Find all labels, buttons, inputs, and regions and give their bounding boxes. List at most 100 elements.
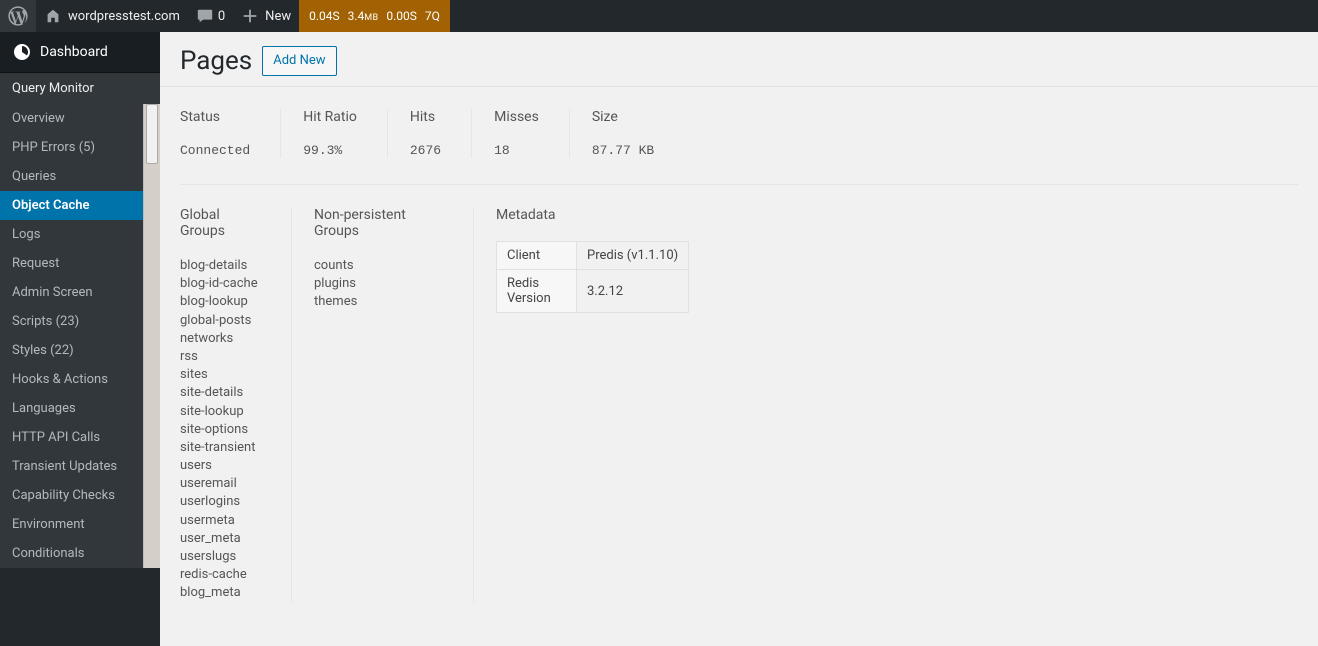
stats-row: Status Connected Hit Ratio 99.3% Hits 26… (180, 109, 1298, 185)
column-title: Non-persistent Groups (314, 207, 443, 239)
sidebar-item-queries[interactable]: Queries (0, 162, 143, 191)
stat-label: Hit Ratio (303, 109, 357, 125)
sidebar-dashboard[interactable]: Dashboard (0, 32, 160, 72)
sidebar-subnav: OverviewPHP Errors (5)QueriesObject Cach… (0, 104, 160, 568)
sidebar-item-styles-22[interactable]: Styles (22) (0, 336, 143, 365)
comments-link[interactable]: 0 (188, 0, 233, 32)
global-groups-list: blog-detailsblog-id-cacheblog-lookupglob… (180, 257, 261, 603)
dashboard-label: Dashboard (40, 44, 108, 60)
comment-icon (196, 7, 214, 25)
table-row: ClientPredis (v1.1.10) (497, 242, 689, 270)
column-title: Global Groups (180, 207, 261, 239)
stat-value: 18 (494, 143, 539, 158)
sidebar-item-admin-screen[interactable]: Admin Screen (0, 278, 143, 307)
group-item: blog-lookup (180, 293, 261, 311)
sidebar-section-title[interactable]: Query Monitor (0, 72, 160, 104)
main-panel: Pages Add New Status Connected Hit Ratio… (160, 32, 1318, 646)
group-item: networks (180, 330, 261, 348)
group-item: useremail (180, 475, 261, 493)
column-title: Metadata (496, 207, 689, 223)
group-item: plugins (314, 275, 443, 293)
page-title: Pages (180, 46, 252, 76)
group-item: site-transient (180, 439, 261, 457)
sidebar-item-overview[interactable]: Overview (0, 104, 143, 133)
stat-hit-ratio: Hit Ratio 99.3% (303, 109, 388, 158)
page-content: Status Connected Hit Ratio 99.3% Hits 26… (160, 87, 1318, 603)
stat-label: Misses (494, 109, 539, 125)
stat-status: Status Connected (180, 109, 281, 158)
group-item: userlogins (180, 493, 261, 511)
nonpersistent-groups-column: Non-persistent Groups countspluginstheme… (314, 207, 474, 603)
scrollbar-thumb[interactable] (146, 104, 158, 164)
stat-hits: Hits 2676 (410, 109, 472, 158)
home-icon (44, 7, 62, 25)
metadata-column: Metadata ClientPredis (v1.1.10)Redis Ver… (496, 207, 719, 603)
meta-key: Redis Version (497, 270, 577, 313)
stat-label: Status (180, 109, 250, 125)
sidebar-item-http-api-calls[interactable]: HTTP API Calls (0, 423, 143, 452)
group-item: redis-cache (180, 566, 261, 584)
stat-value: 87.77 KB (592, 143, 654, 158)
dashboard-icon (12, 42, 32, 62)
group-item: blog-id-cache (180, 275, 261, 293)
site-home[interactable]: wordpresstest.com (36, 0, 188, 32)
qm-time: 0.04S (309, 9, 340, 23)
group-item: sites (180, 366, 261, 384)
sidebar-item-hooks-actions[interactable]: Hooks & Actions (0, 365, 143, 394)
add-new-button[interactable]: Add New (262, 46, 336, 76)
sidebar-scrollbar[interactable] (143, 104, 160, 568)
page-header: Pages Add New (160, 32, 1318, 87)
group-item: users (180, 457, 261, 475)
meta-value: Predis (v1.1.10) (577, 242, 689, 270)
wp-logo[interactable] (0, 0, 36, 32)
sidebar-item-request[interactable]: Request (0, 249, 143, 278)
group-item: blog_meta (180, 584, 261, 602)
stat-label: Size (592, 109, 654, 125)
sidebar-item-conditionals[interactable]: Conditionals (0, 539, 143, 568)
stat-misses: Misses 18 (494, 109, 570, 158)
group-item: rss (180, 348, 261, 366)
plus-icon (241, 7, 259, 25)
meta-value: 3.2.12 (577, 270, 689, 313)
sidebar-item-languages[interactable]: Languages (0, 394, 143, 423)
group-item: site-details (180, 384, 261, 402)
stat-value: 2676 (410, 143, 441, 158)
admin-sidebar: Dashboard Query Monitor OverviewPHP Erro… (0, 32, 160, 646)
groups-row: Global Groups blog-detailsblog-id-cacheb… (180, 207, 1298, 603)
sidebar-item-scripts-23[interactable]: Scripts (23) (0, 307, 143, 336)
nonpersistent-groups-list: countspluginsthemes (314, 257, 443, 312)
query-monitor-summary[interactable]: 0.04S 3.4MB 0.00S 7Q (299, 0, 450, 32)
stat-label: Hits (410, 109, 441, 125)
site-name: wordpresstest.com (68, 9, 180, 24)
stat-size: Size 87.77 KB (592, 109, 684, 158)
sidebar-item-object-cache[interactable]: Object Cache (0, 191, 143, 220)
group-item: blog-details (180, 257, 261, 275)
meta-key: Client (497, 242, 577, 270)
new-content[interactable]: New (233, 0, 299, 32)
group-item: counts (314, 257, 443, 275)
group-item: site-options (180, 421, 261, 439)
group-item: userslugs (180, 548, 261, 566)
metadata-table: ClientPredis (v1.1.10)Redis Version3.2.1… (496, 241, 689, 313)
table-row: Redis Version3.2.12 (497, 270, 689, 313)
sidebar-item-environment[interactable]: Environment (0, 510, 143, 539)
group-item: global-posts (180, 312, 261, 330)
stat-value: Connected (180, 143, 250, 158)
admin-bar: wordpresstest.com 0 New 0.04S 3.4MB 0.00… (0, 0, 1318, 32)
wordpress-icon (8, 6, 28, 26)
group-item: themes (314, 293, 443, 311)
sidebar-item-logs[interactable]: Logs (0, 220, 143, 249)
group-item: site-lookup (180, 403, 261, 421)
new-label: New (265, 9, 291, 24)
comment-count: 0 (218, 9, 225, 24)
qm-queries: 7Q (425, 9, 440, 23)
sidebar-item-transient-updates[interactable]: Transient Updates (0, 452, 143, 481)
qm-memory: 3.4MB (348, 9, 379, 23)
qm-dbtime: 0.00S (386, 9, 417, 23)
stat-value: 99.3% (303, 143, 357, 158)
sidebar-item-php-errors-5[interactable]: PHP Errors (5) (0, 133, 143, 162)
sidebar-item-capability-checks[interactable]: Capability Checks (0, 481, 143, 510)
global-groups-column: Global Groups blog-detailsblog-id-cacheb… (180, 207, 292, 603)
group-item: usermeta (180, 512, 261, 530)
group-item: user_meta (180, 530, 261, 548)
